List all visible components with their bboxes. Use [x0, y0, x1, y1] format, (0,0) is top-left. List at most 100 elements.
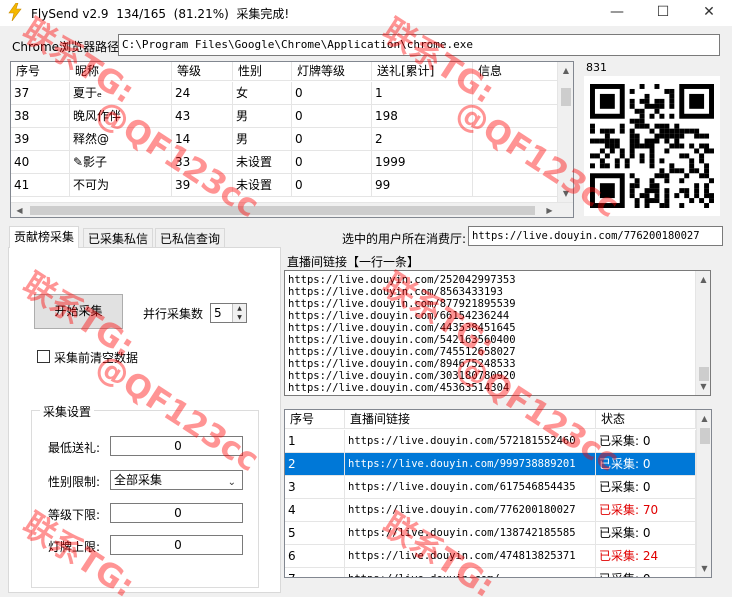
scroll-up-icon[interactable]: ▲ [696, 271, 710, 288]
cell-light-level: 0 [292, 174, 372, 197]
live-table-header: 序号 直播间链接 状态 [285, 410, 696, 429]
col-header-index[interactable]: 序号 [11, 62, 70, 81]
live-col-link[interactable]: 直播间链接 [345, 410, 596, 429]
table-row[interactable]: 4 https://live.douyin.com/776200180027 已采集… [285, 499, 696, 522]
tab-contribution-collect[interactable]: 贡献榜采集 [9, 226, 80, 248]
link-line: https://live.douyin.com/745512658027 [288, 346, 516, 358]
scroll-right-icon[interactable]: ▶ [541, 203, 558, 217]
scroll-thumb[interactable] [561, 88, 571, 106]
gender-select-value: 全部采集 [114, 473, 163, 487]
chevron-down-icon: ⌄ [227, 477, 236, 488]
live-cell-link: https://live.douyin.com/474813825371 [345, 545, 596, 568]
live-cell-link: https://live.douyin.com/999738889201 [345, 453, 596, 476]
table-row[interactable]: 3 https://live.douyin.com/617546854435 已采集… [285, 476, 696, 499]
minimize-button[interactable]: — [594, 0, 640, 26]
live-table-vscroll[interactable]: ▲ ▼ [696, 410, 711, 577]
scroll-down-icon[interactable]: ▼ [696, 378, 710, 395]
col-header-gender[interactable]: 性别 [233, 62, 292, 81]
live-cell-link: https://live.douyin.com/... [345, 568, 596, 577]
cell-info [473, 128, 558, 151]
live-room-table: 序号 直播间链接 状态 1 https://live.douyin.com/572… [284, 409, 712, 578]
maximize-button[interactable]: ☐ [640, 0, 686, 26]
user-table-hscroll[interactable]: ◀ ▶ [11, 202, 573, 217]
col-header-nickname[interactable]: 昵称 [70, 62, 172, 81]
table-row[interactable]: 37 夏于ₑ 24 女 0 1 [11, 82, 558, 105]
start-collect-button[interactable]: 开始采集 [34, 294, 123, 329]
cell-gifts: 1 [372, 82, 473, 105]
scroll-left-icon[interactable]: ◀ [11, 203, 28, 217]
table-row[interactable]: 5 https://live.douyin.com/138742185585 已采集… [285, 522, 696, 545]
links-textarea[interactable]: https://live.douyin.com/252042997353 http… [284, 270, 711, 396]
scroll-thumb[interactable] [700, 428, 710, 444]
chrome-path-input[interactable]: C:\Program Files\Google\Chrome\Applicati… [118, 34, 720, 56]
consumer-room-label: 选中的用户所在消费厅: [342, 232, 467, 246]
close-button[interactable]: ✕ [686, 0, 732, 26]
cell-light-level: 0 [292, 105, 372, 128]
table-row[interactable]: 2 https://live.douyin.com/999738889201 已采集… [285, 453, 696, 476]
scroll-up-icon[interactable]: ▲ [697, 410, 711, 427]
scroll-down-icon[interactable]: ▼ [558, 185, 573, 202]
live-cell-link: https://live.douyin.com/776200180027 [345, 499, 596, 522]
stepper-buttons[interactable]: ▲ ▼ [232, 304, 246, 322]
cell-gifts: 1999 [372, 151, 473, 174]
cell-index: 41 [11, 174, 70, 197]
settings-title: 采集设置 [40, 403, 95, 420]
cell-level: 43 [172, 105, 233, 128]
live-col-index[interactable]: 序号 [285, 410, 345, 429]
table-row[interactable]: 38 晚风作伴 43 男 0 198 [11, 105, 558, 128]
live-cell-status: 已采集: 70 [596, 499, 696, 522]
scroll-down-icon[interactable]: ▼ [697, 560, 711, 577]
cell-index: 37 [11, 82, 70, 105]
window-title: FlySend v2.9 134/165 (81.21%) 采集完成! [31, 7, 290, 21]
cell-level: 14 [172, 128, 233, 151]
live-cell-link: https://live.douyin.com/572181552460 [345, 430, 596, 453]
min-gift-input[interactable]: 0 [110, 436, 243, 456]
cell-gender: 男 [233, 128, 292, 151]
link-line: https://live.douyin.com/8563433193 [288, 286, 503, 298]
user-table-vscroll[interactable]: ▲ ▼ [557, 62, 573, 202]
link-line: https://live.douyin.com/894675248533 [288, 358, 516, 370]
stepper-down-icon[interactable]: ▼ [233, 313, 246, 322]
cell-light-level: 0 [292, 128, 372, 151]
gender-select[interactable]: 全部采集 ⌄ [110, 470, 243, 490]
table-row[interactable]: 1 https://live.douyin.com/572181552460 已采集… [285, 430, 696, 453]
qr-code-icon [590, 84, 714, 208]
live-col-status[interactable]: 状态 [596, 410, 696, 429]
stepper-up-icon[interactable]: ▲ [233, 304, 246, 313]
cell-index: 38 [11, 105, 70, 128]
scroll-up-icon[interactable]: ▲ [558, 62, 573, 79]
col-header-light-level[interactable]: 灯牌等级 [292, 62, 372, 81]
tab-messaged-query[interactable]: 已私信查询 [155, 228, 226, 249]
table-row[interactable]: 41 不可为 39 未设置 0 99 [11, 174, 558, 197]
tab-collected-messages[interactable]: 已采集私信 [83, 228, 154, 249]
live-cell-status: 已采集: 0 [596, 453, 696, 476]
links-vscroll[interactable]: ▲ ▼ [695, 271, 710, 395]
link-line: https://live.douyin.com/443538451645 [288, 322, 516, 334]
gender-label: 性别限制: [48, 475, 101, 489]
table-row[interactable]: 6 https://live.douyin.com/474813825371 已采集… [285, 545, 696, 568]
table-row[interactable]: 7https://live.douyin.com/...已采集: 0 [285, 568, 696, 577]
cell-level: 39 [172, 174, 233, 197]
cell-gifts: 198 [372, 105, 473, 128]
clear-before-checkbox[interactable] [37, 350, 50, 363]
table-row[interactable]: 39 释然@ 14 男 0 2 [11, 128, 558, 151]
consumer-room-input[interactable]: https://live.douyin.com/776200180027 [468, 226, 723, 246]
parallel-stepper[interactable]: 5 ▲ ▼ [210, 303, 247, 323]
col-header-info[interactable]: 信息 [473, 62, 558, 81]
hscroll-thumb[interactable] [30, 206, 535, 215]
live-cell-link: https://live.douyin.com/138742185585 [345, 522, 596, 545]
table-row[interactable]: 40 ✎影子 33 未设置 0 1999 [11, 151, 558, 174]
links-label: 直播间链接【一行一条】 [287, 255, 420, 269]
col-header-level[interactable]: 等级 [172, 62, 233, 81]
col-header-gifts[interactable]: 送礼[累计] [372, 62, 473, 81]
link-line: https://live.douyin.com/66154236244 [288, 310, 510, 322]
cell-nickname: ✎影子 [70, 151, 172, 174]
cell-gifts: 99 [372, 174, 473, 197]
parallel-label: 并行采集数 [143, 307, 204, 321]
level-min-input[interactable]: 0 [110, 503, 243, 523]
live-cell-link: https://live.douyin.com/617546854435 [345, 476, 596, 499]
collect-tab-panel: 开始采集 并行采集数 5 ▲ ▼ 采集前清空数据 采集设置 最低送礼: 0 性别… [8, 247, 281, 593]
settings-groupbox: 采集设置 最低送礼: 0 性别限制: 全部采集 ⌄ 等级下限: 0 灯牌上限: … [31, 403, 259, 588]
cell-nickname: 不可为 [70, 174, 172, 197]
light-min-input[interactable]: 0 [110, 535, 243, 555]
